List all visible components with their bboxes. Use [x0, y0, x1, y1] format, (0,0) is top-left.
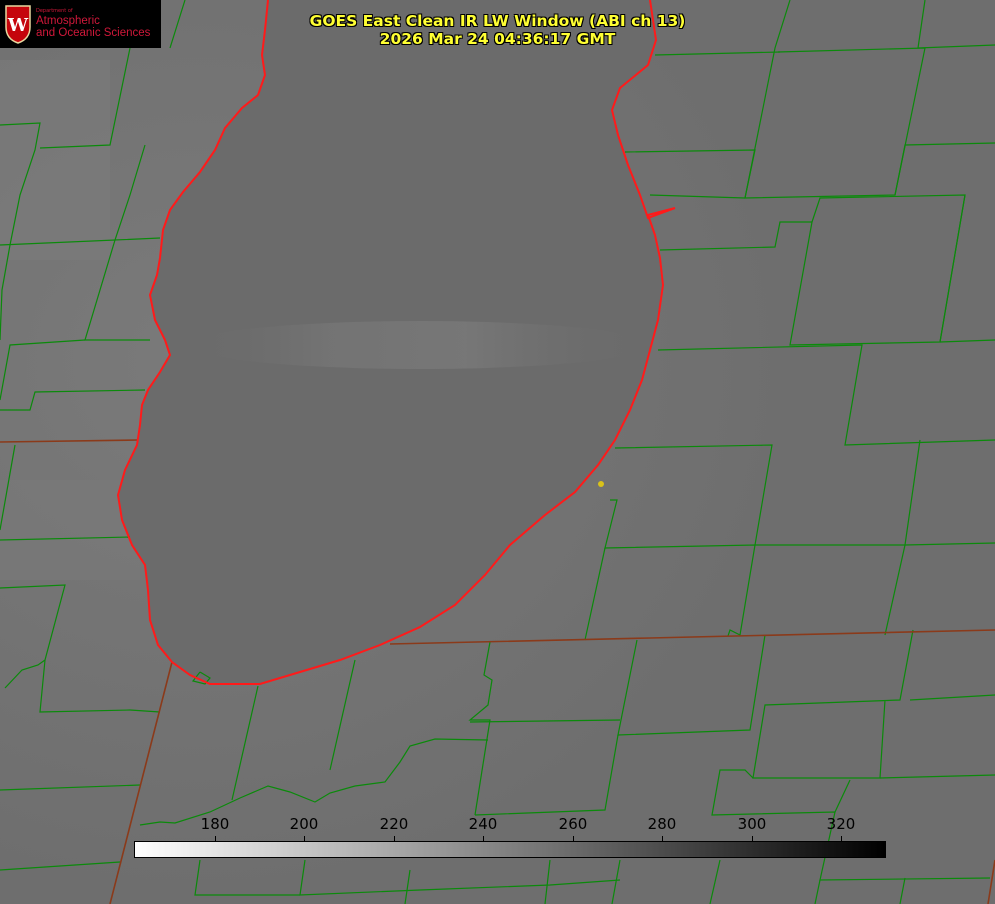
land-patch-lighter: [0, 60, 110, 260]
colorbar-tick: [304, 836, 305, 842]
satellite-map: [0, 0, 995, 904]
colorbar-tick-label: 280: [647, 815, 677, 833]
colorbar-tick: [752, 836, 753, 842]
colorbar-gradient: [134, 841, 886, 858]
colorbar-tick-label: 300: [737, 815, 767, 833]
colorbar-tick: [483, 836, 484, 842]
colorbar-tick-label: 220: [379, 815, 409, 833]
colorbar-tick: [394, 836, 395, 842]
image-title: GOES East Clean IR LW Window (ABI ch 13): [309, 12, 686, 30]
colorbar-tick-label: 200: [289, 815, 319, 833]
uw-aos-logo: W Department of Atmospheric and Oceanic …: [0, 0, 161, 48]
logo-line-1: Atmospheric: [36, 14, 100, 27]
colorbar-tick: [662, 836, 663, 842]
image-timestamp: 2026 Mar 24 04:36:17 GMT: [379, 30, 616, 48]
colorbar-tick-label: 260: [558, 815, 588, 833]
colorbar-tick: [215, 836, 216, 842]
colorbar-tick: [841, 836, 842, 842]
colorbar-tick: [573, 836, 574, 842]
colorbar-tick-label: 320: [826, 815, 856, 833]
colorbar-tick-label: 180: [200, 815, 230, 833]
seal-letter: W: [7, 15, 29, 36]
university-seal-icon: W: [5, 5, 31, 44]
logo-line-2: and Oceanic Sciences: [36, 26, 151, 39]
station-marker: [598, 481, 604, 487]
cloud-band: [190, 321, 650, 369]
colorbar-tick-label: 240: [468, 815, 498, 833]
